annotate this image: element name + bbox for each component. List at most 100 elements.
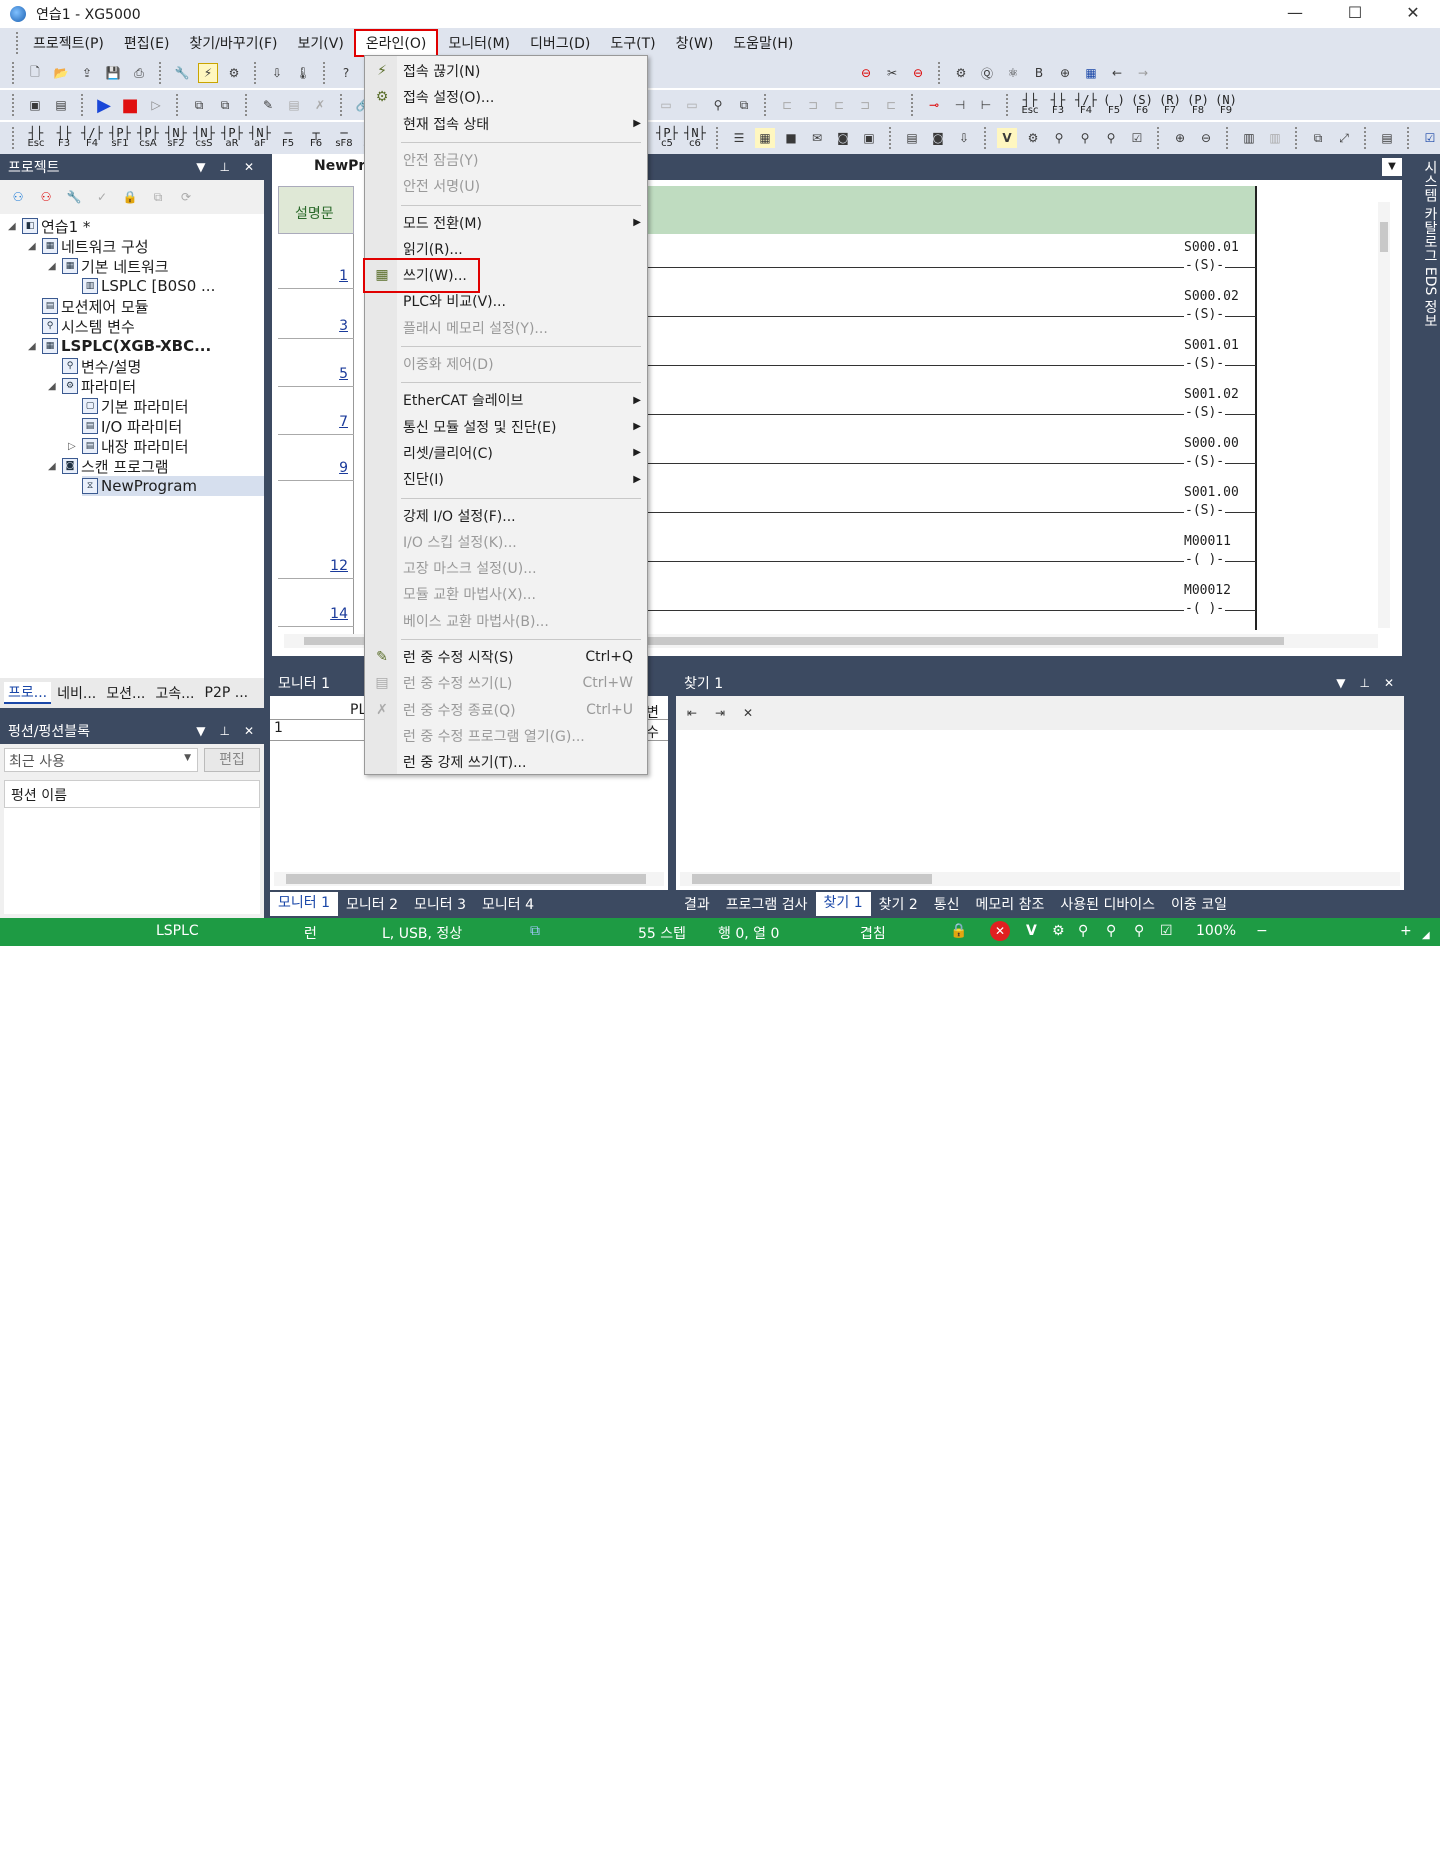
online-menu-item[interactable]: 런 중 수정 프로그램 열기(G)... xyxy=(365,723,647,749)
tab-find-2[interactable]: 찾기 2 xyxy=(871,894,926,914)
tree-item[interactable]: ⚲ 변수/설명 xyxy=(62,356,141,376)
fkey-button[interactable]: ┤P├ aR xyxy=(221,127,243,149)
fkey-button[interactable]: ┤N├ csS xyxy=(193,127,215,149)
dropdown-icon[interactable]: ▼ xyxy=(196,724,205,738)
pause-icon[interactable]: ▷ xyxy=(146,95,166,115)
save-icon[interactable]: 💾 xyxy=(103,63,123,83)
var-icon[interactable]: ⚲ xyxy=(1049,128,1069,148)
online-menu-item[interactable]: I/O 스킵 설정(K)... xyxy=(365,529,647,555)
tab-navigator[interactable]: 네비... xyxy=(53,683,100,703)
tab-motion[interactable]: 모션... xyxy=(102,683,149,703)
editor-tab[interactable]: NewPr xyxy=(272,154,372,180)
contact-icon[interactable]: ⊸ xyxy=(924,95,944,115)
online-menu-item[interactable]: ⚡ 접속 끊기(N) xyxy=(365,58,647,84)
module-icon[interactable]: ◙ xyxy=(928,128,948,148)
fkey-button[interactable]: ┤├ F3 xyxy=(53,127,75,149)
module-icon[interactable]: ▤ xyxy=(902,128,922,148)
tree-item[interactable]: ▥ LSPLC [B0S0 ... xyxy=(82,276,215,296)
scroll-thumb[interactable] xyxy=(286,874,646,884)
find-scrollbar[interactable] xyxy=(680,872,1400,886)
tree-item[interactable]: ◢ ▦ LSPLC(XGB-XBC... xyxy=(28,336,211,356)
chip-status-icon[interactable]: ⚙ xyxy=(1052,923,1065,939)
rung-number[interactable]: 5 xyxy=(328,366,348,382)
rung-number[interactable]: 1 xyxy=(328,268,348,284)
online-menu-item[interactable]: 통신 모듈 설정 및 진단(E) ▶ xyxy=(365,414,647,440)
fkey-button[interactable]: ┤├ Esc xyxy=(25,127,47,149)
tab-monitor-4[interactable]: 모니터 4 xyxy=(474,894,542,914)
wrench-icon[interactable]: 🔧 xyxy=(64,187,84,207)
fkey-button[interactable]: ┤/├ F4 xyxy=(81,127,103,149)
prev-result-icon[interactable]: ⇤ xyxy=(682,703,702,723)
online-menu-item[interactable]: 런 중 강제 쓰기(T)... xyxy=(365,749,647,775)
menu-find-replace[interactable]: 찾기/바꾸기(F) xyxy=(179,31,287,55)
online-menu-item[interactable]: ⚙ 접속 설정(O)... xyxy=(365,84,647,110)
rung-number[interactable]: 14 xyxy=(328,606,348,622)
tree-item[interactable]: ◢ ◧ 연습1 * xyxy=(8,216,90,236)
minimize-button[interactable]: — xyxy=(1266,0,1324,28)
tools-icon[interactable]: 🔧 xyxy=(172,63,192,83)
grid-icon[interactable]: ▦ xyxy=(1081,63,1101,83)
connect-project-icon[interactable]: ⚇ xyxy=(8,187,28,207)
fkey-button[interactable]: ─ sF8 xyxy=(333,127,355,149)
coil-symbol[interactable]: -( )- xyxy=(1184,601,1226,616)
fkey-right[interactable]: ┤/├ F4 xyxy=(1075,94,1097,116)
expander-icon[interactable]: ◢ xyxy=(48,261,56,272)
tree-item[interactable]: ◢ ⚙ 파라미터 xyxy=(48,376,136,396)
fkey-right[interactable]: (P) F8 xyxy=(1187,94,1209,116)
coil-address[interactable]: S001.00 xyxy=(1184,485,1239,500)
edit-button[interactable]: 편집 xyxy=(204,748,260,772)
v-status-icon[interactable]: V xyxy=(1026,923,1037,939)
expander-icon[interactable]: ◢ xyxy=(8,221,16,232)
read-icon[interactable]: ⧉ xyxy=(189,95,209,115)
expander-icon[interactable]: ◢ xyxy=(28,241,36,252)
tab-p2p[interactable]: P2P ... xyxy=(201,685,253,701)
online-menu-item[interactable]: 모듈 교환 마법사(X)... xyxy=(365,581,647,607)
align-icon[interactable]: ⊏ xyxy=(777,95,797,115)
download-icon[interactable]: ⇩ xyxy=(267,63,287,83)
thermometer-icon[interactable]: 🌡 xyxy=(293,63,313,83)
coil-address[interactable]: S001.02 xyxy=(1184,387,1239,402)
lock-icon[interactable]: 🔒 xyxy=(120,187,140,207)
table-view-icon[interactable]: ▦ xyxy=(755,128,775,148)
stop-icon[interactable]: ■ xyxy=(120,95,140,116)
connection-settings-icon[interactable]: ⚙ xyxy=(224,63,244,83)
rung-number[interactable]: 12 xyxy=(328,558,348,574)
menu-edit[interactable]: 편집(E) xyxy=(114,31,180,55)
tab-communication[interactable]: 통신 xyxy=(926,894,968,914)
expander-icon[interactable]: ◢ xyxy=(48,461,56,472)
tree-item[interactable]: ⚲ 시스템 변수 xyxy=(42,316,135,336)
fkey-button[interactable]: ┤P├ sF1 xyxy=(109,127,131,149)
online-menu-item[interactable]: 강제 I/O 설정(F)... xyxy=(365,503,647,529)
var-status-icon[interactable]: ⚲ xyxy=(1078,923,1088,939)
close-icon[interactable]: ✕ xyxy=(244,160,254,174)
coil-symbol[interactable]: -(S)- xyxy=(1184,454,1226,469)
expander-icon[interactable]: ◢ xyxy=(28,341,36,352)
menu-online[interactable]: 온라인(O) xyxy=(353,29,439,57)
pin-icon[interactable]: ⊥ xyxy=(219,160,229,174)
online-menu-item[interactable]: 이중화 제어(D) xyxy=(365,351,647,377)
columns-icon[interactable]: ▥ xyxy=(1265,128,1285,148)
tab-program-check[interactable]: 프로그램 검사 xyxy=(718,894,816,914)
open-folder-icon[interactable]: 📂 xyxy=(51,63,71,83)
dropdown-icon[interactable]: ▼ xyxy=(1336,676,1345,690)
zoom-slider-thumb[interactable] xyxy=(1312,1843,1316,1859)
tree-item[interactable]: ◢ ▦ 네트워크 구성 xyxy=(28,236,149,256)
rung-number[interactable]: 7 xyxy=(328,414,348,430)
write-icon[interactable]: ⧉ xyxy=(215,95,235,115)
fkey-button[interactable]: ┤P├ c5 xyxy=(656,127,678,149)
fkey-right[interactable]: ┤├ Esc xyxy=(1019,94,1041,116)
close-icon[interactable]: ✕ xyxy=(244,724,254,738)
tree-item[interactable]: ▤ 모션제어 모듈 xyxy=(42,296,149,316)
online-menu-item[interactable]: 모드 전환(M) ▶ xyxy=(365,210,647,236)
chip-icon[interactable]: ⚙ xyxy=(1023,128,1043,148)
tree-item[interactable]: ▢ 기본 파라미터 xyxy=(82,396,189,416)
coil-address[interactable]: M00012 xyxy=(1184,583,1231,598)
force-off-icon[interactable]: ⊖ xyxy=(856,63,876,83)
resize-grip-icon[interactable]: ◢ xyxy=(1422,930,1430,941)
online-menu-item[interactable]: 안전 잠금(Y) xyxy=(365,147,647,173)
online-menu-item[interactable]: EtherCAT 슬레이브 ▶ xyxy=(365,387,647,413)
maximize-button[interactable]: ☐ xyxy=(1326,0,1384,28)
tag-icon[interactable]: ⚲ xyxy=(708,95,728,115)
var-status-icon[interactable]: ⚲ xyxy=(1134,923,1144,939)
menu-tools[interactable]: 도구(T) xyxy=(600,31,665,55)
